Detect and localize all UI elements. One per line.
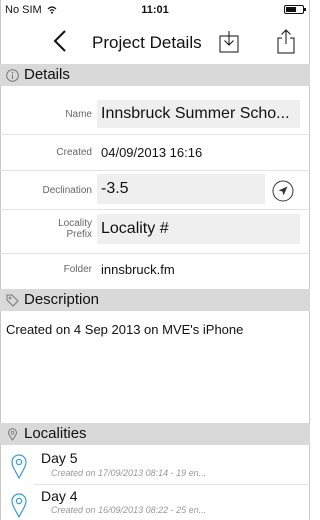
description-section-header: Description [0, 289, 310, 311]
declination-field[interactable]: -3.5 [97, 174, 265, 204]
map-pin-icon [11, 493, 27, 518]
map-pin-icon [7, 428, 18, 441]
name-field[interactable]: Innsbruck Summer Scho... [97, 100, 300, 128]
location-arrow-icon[interactable] [272, 180, 294, 202]
locality-subtitle: Created on 17/09/2013 08:14 - 19 en... [51, 468, 207, 478]
localities-section-header: Localities [0, 423, 310, 445]
locality-title: Day 5 [41, 450, 78, 466]
back-chevron-icon[interactable] [50, 29, 72, 53]
status-bar: No SIM 11:01 [0, 0, 310, 20]
created-label: Created [56, 147, 92, 158]
details-header-label: Details [24, 66, 70, 83]
details-section-header: Details [0, 64, 310, 86]
locality-title: Day 4 [41, 488, 78, 504]
battery-icon [284, 5, 306, 14]
divider [0, 170, 310, 171]
page-title: Project Details [92, 33, 202, 52]
locality-prefix-field[interactable]: Locality # [97, 214, 300, 244]
map-pin-icon [11, 454, 27, 479]
divider [0, 209, 310, 210]
divider [0, 253, 310, 254]
localities-header-label: Localities [24, 425, 87, 442]
description-header-label: Description [24, 291, 100, 308]
name-label: Name [65, 109, 92, 120]
folder-label: Folder [63, 264, 92, 275]
folder-value: innsbruck.fm [101, 262, 175, 277]
declination-label: Declination [42, 185, 92, 196]
locality-prefix-label: Locality Prefix [58, 218, 92, 240]
share-icon[interactable] [275, 28, 297, 54]
divider [0, 134, 310, 135]
created-value: 04/09/2013 16:16 [101, 145, 203, 160]
clock: 11:01 [141, 4, 169, 16]
info-icon [6, 69, 19, 82]
list-item[interactable]: Day 4 Created on 16/09/2013 08:22 - 25 e… [0, 485, 310, 520]
navigation-bar: Project Details [0, 20, 310, 62]
locality-subtitle: Created on 16/09/2013 08:22 - 25 en... [51, 505, 207, 515]
download-icon[interactable] [218, 28, 240, 54]
list-item[interactable]: Day 5 Created on 17/09/2013 08:14 - 19 e… [0, 446, 310, 484]
description-text[interactable]: Created on 4 Sep 2013 on MVE's iPhone [6, 322, 243, 337]
tag-icon [6, 294, 19, 307]
